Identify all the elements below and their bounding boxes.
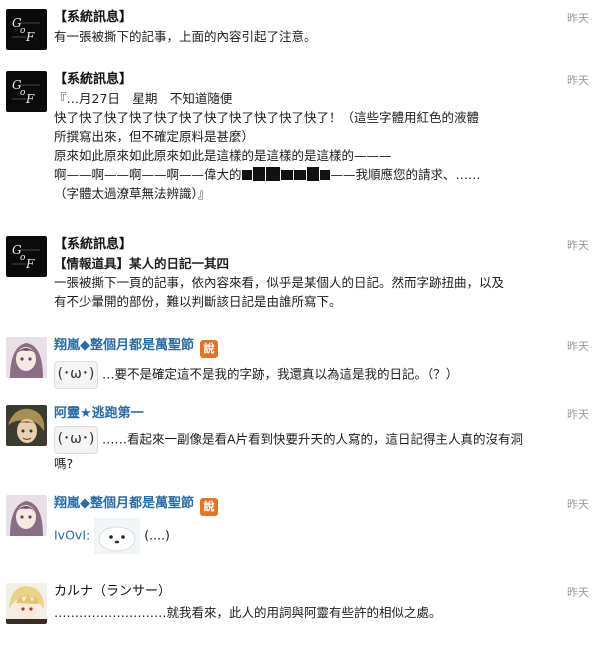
svg-text:F: F [25,92,35,106]
message-text: 一張被撕下一頁的記事，依內容來看，似乎是某個人的日記。然而字跡扭曲，以及 [54,275,505,290]
user-avatar-boy-icon[interactable] [6,405,47,446]
user-avatar-girl-icon[interactable] [6,337,47,378]
message-text-fragment: 啊——啊——啊——啊——偉大的 [54,167,242,182]
message-text: (･ω･) ……看起來一副像是看A片看到快要升天的人寫的，這日記得主人真的沒有洞 [54,426,559,454]
sender-name[interactable]: 【系統訊息】 [54,236,559,254]
gof-logo-icon[interactable]: G o F [6,71,47,112]
sender-name: 翔嵐◆整個月都是萬聖節說 [54,495,559,516]
message-text-fragment: (....) [144,527,170,543]
timestamp: 昨天 [567,74,589,87]
seal-sticker-icon [94,518,141,554]
message-text: 啊——啊——啊——啊——偉大的 ——我順應您的請求、…… [54,165,559,184]
message-text-fragment: …要不是確定這不是我的字跡，我還真以為這是我的日記。（？） [102,366,459,382]
message-text: （字體太過潦草無法辨識）』 [54,186,211,201]
svg-text:F: F [25,257,35,271]
sender-name[interactable]: 【系統訊息】 [54,71,559,89]
message-text: 有一張被撕下的記事，上面的內容引起了注意。 [54,29,317,44]
timestamp: 昨天 [567,408,589,421]
sender-name-link[interactable]: 翔嵐◆整個月都是萬聖節 [54,496,194,511]
gof-logo-icon[interactable]: G o F [6,9,47,50]
message-text: (･ω･) …要不是確定這不是我的字跡，我還真以為這是我的日記。（？） [54,361,559,389]
redacted-blocks [241,167,331,182]
sender-name[interactable]: 【系統訊息】 [54,9,559,27]
timestamp: 昨天 [567,586,589,599]
message-text: IvOvI: (....) [54,518,559,554]
chat-feed: G o F 【系統訊息】 有一張被撕下的記事，上面的內容引起了注意。 昨天 G … [0,0,599,663]
user-avatar-blond-icon[interactable] [6,583,47,624]
timestamp: 昨天 [567,340,589,353]
timestamp: 昨天 [567,239,589,252]
message-text: 有不少暈開的部份，難以判斷該日記是由誰所寫下。 [54,294,342,309]
item-title: 【情報道具】某人的日記一其四 [54,256,230,271]
message-text-fragment: ……看起來一副像是看A片看到快要升天的人寫的，這日記得主人真的沒有洞 [102,431,524,447]
sender-name: 翔嵐◆整個月都是萬聖節說 [54,337,559,358]
speak-badge: 說 [200,498,218,516]
emoticon-sticker: (･ω･) [54,426,98,454]
message-text: 『…月27日 星期 不知道隨便 [54,91,233,106]
timestamp: 昨天 [567,498,589,511]
sender-name[interactable]: カルナ（ランサー） [54,583,559,601]
message-text-fragment: ——我順應您的請求、…… [330,167,481,182]
gof-logo-icon[interactable]: G o F [6,236,47,277]
timestamp: 昨天 [567,12,589,25]
sender-name-link[interactable]: 翔嵐◆整個月都是萬聖節 [54,338,194,353]
speak-badge: 說 [200,340,218,358]
message-text: 所撰寫出來，但不確定原料是甚麼） [54,129,255,144]
message-text: 快了快了快了快了快了快了快了快了快了快了快了！（這些字體用紅色的液體 [54,110,480,125]
message-text: ………………………就我看來，此人的用詞與阿靈有些許的相似之處。 [54,605,442,620]
user-avatar-girl-icon[interactable] [6,495,47,536]
message-text: 原來如此原來如此原來如此是這樣的是這樣的是這樣的——— [54,148,392,163]
message-text-fragment: IvOvI: [54,527,91,543]
sender-name[interactable]: 阿靈★逃跑第一 [54,405,559,423]
svg-text:F: F [25,30,35,44]
emoticon-sticker: (･ω･) [54,361,98,389]
message-text: 嗎? [54,456,74,471]
